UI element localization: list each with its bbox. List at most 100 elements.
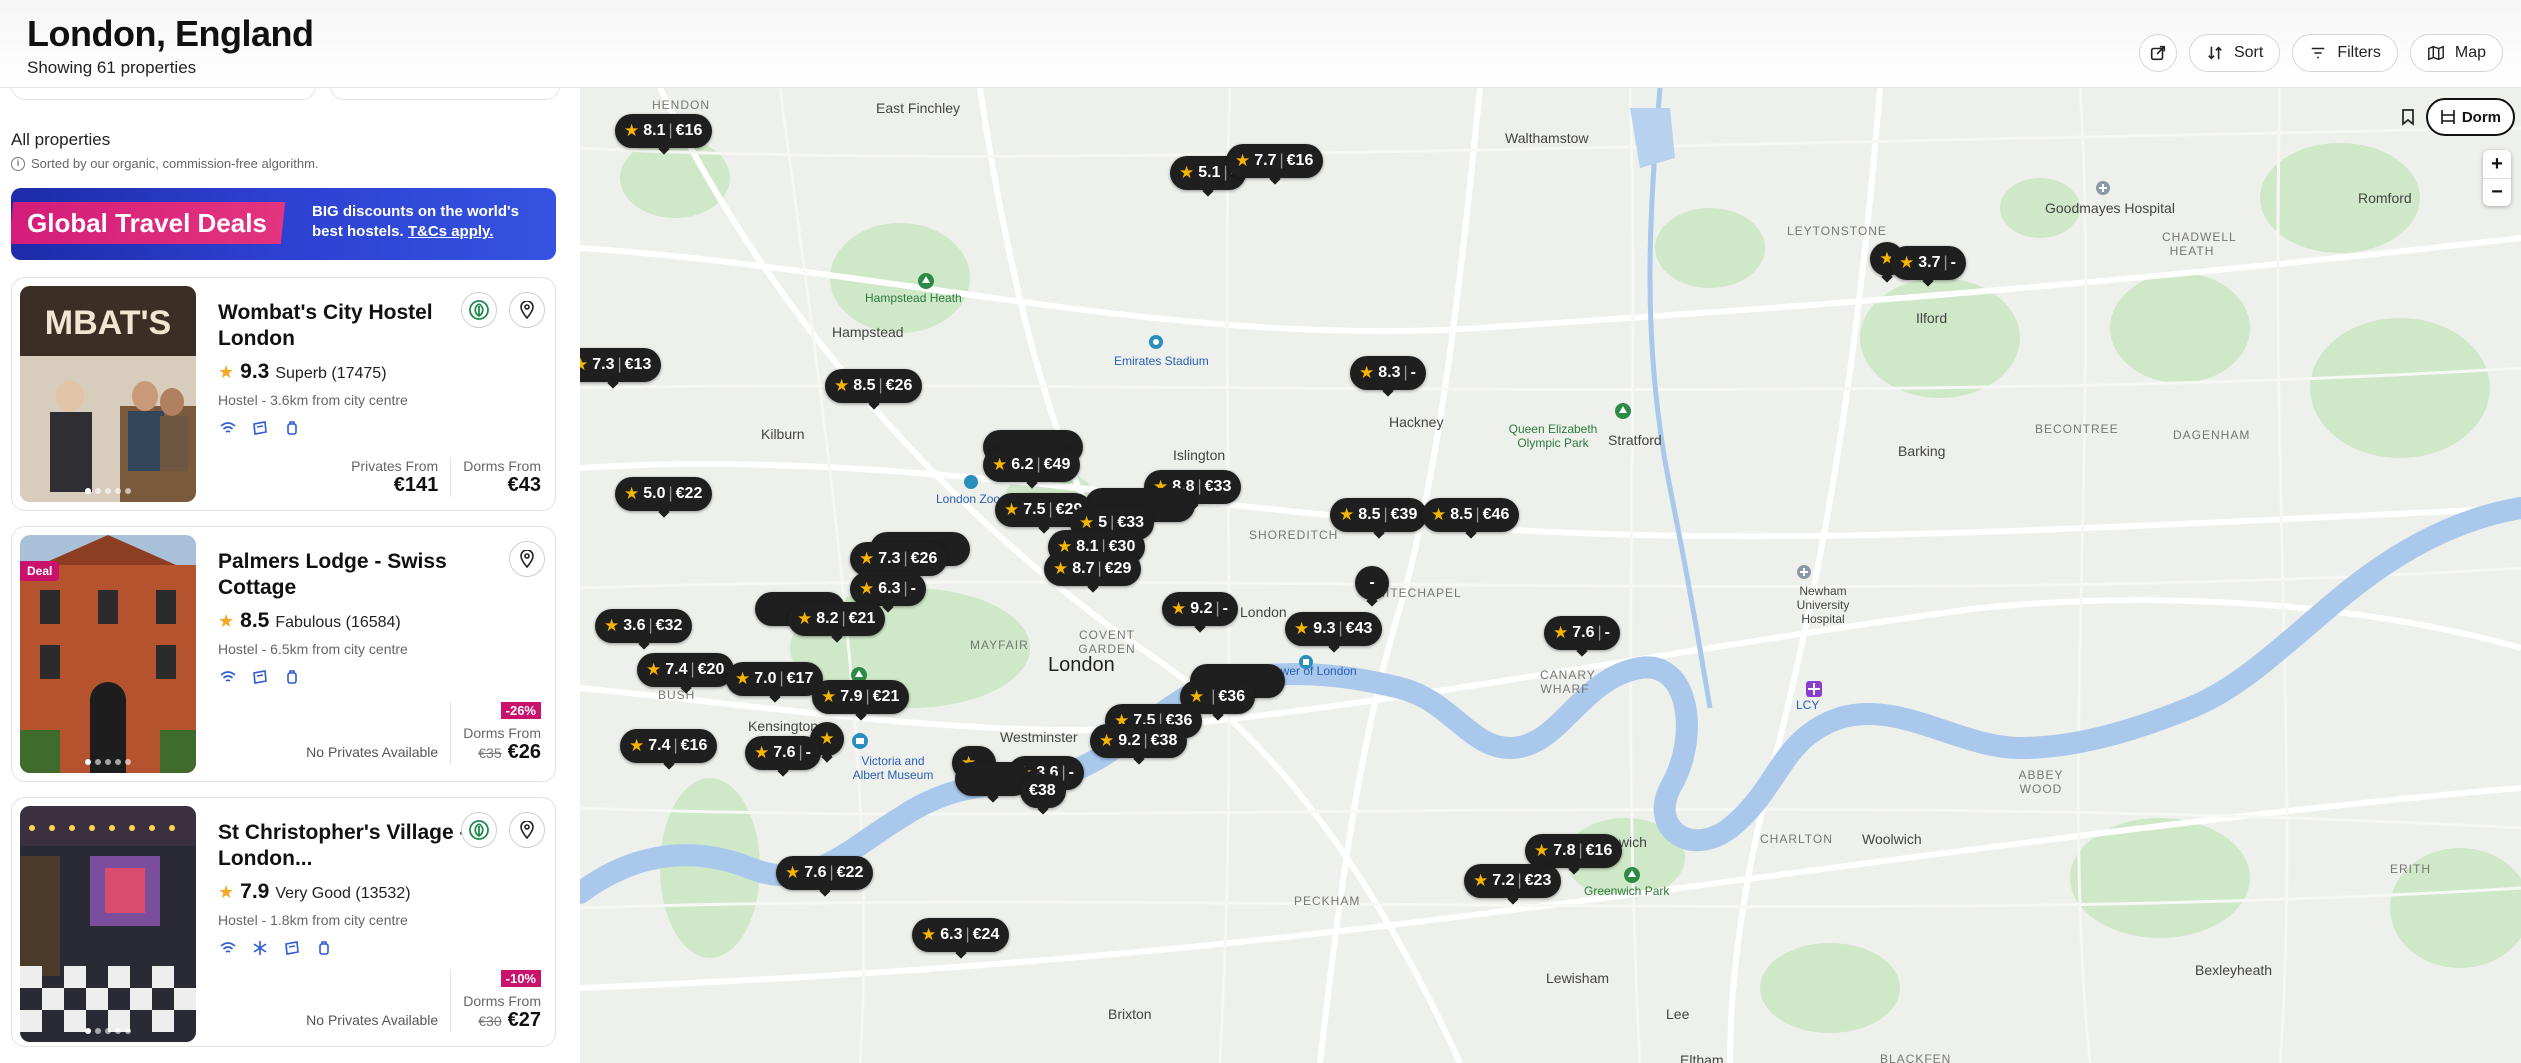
map-view[interactable]: HENDON East Finchley Walthamstow LEYTONS… bbox=[580, 88, 2521, 1063]
dorms-price: -10% Dorms From €30 €27 bbox=[450, 970, 541, 1032]
privates-price: Privates From €141 bbox=[339, 458, 450, 497]
marker-price: €49 bbox=[1043, 456, 1071, 473]
place-label: ERITH bbox=[2390, 862, 2431, 876]
map-marker[interactable]: €38 bbox=[1020, 774, 1066, 808]
marker-price: €22 bbox=[836, 864, 864, 881]
map-marker[interactable]: ★ 7.2 | €23 bbox=[1464, 864, 1562, 898]
linen-icon bbox=[250, 418, 270, 438]
price-block: No Privates Available -10% Dorms From €3… bbox=[294, 970, 541, 1032]
property-card[interactable]: MBAT'S Wombat's City Hostel London ★ 9.3… bbox=[11, 277, 556, 511]
show-on-map-button[interactable] bbox=[509, 812, 545, 848]
deals-banner[interactable]: Global Travel Deals BIG discounts on the… bbox=[11, 188, 556, 260]
poi-label: Victoria and Albert Museum bbox=[852, 754, 934, 782]
map-marker[interactable]: ★ 8.5 | €39 bbox=[1330, 498, 1428, 532]
zoom-in-button[interactable]: + bbox=[2483, 150, 2511, 178]
map-marker-stack[interactable] bbox=[955, 762, 1030, 796]
map-marker[interactable]: ★ 7.7 | €16 bbox=[1226, 144, 1324, 178]
show-on-map-button[interactable] bbox=[509, 541, 545, 577]
date-pill-stub[interactable] bbox=[330, 88, 560, 100]
map-marker[interactable]: ★ 7.6 | - bbox=[745, 736, 821, 770]
property-photo[interactable] bbox=[20, 806, 196, 1042]
place-label: Woolwich bbox=[1862, 831, 1922, 847]
map-marker[interactable]: ★ 3.7 | - bbox=[1890, 246, 1966, 280]
map-button[interactable]: Map bbox=[2409, 34, 2503, 72]
show-on-map-button[interactable] bbox=[509, 292, 545, 328]
zoom-out-button[interactable]: − bbox=[2483, 178, 2511, 206]
map-marker[interactable]: ★ 8.5 | €46 bbox=[1422, 498, 1520, 532]
map-marker[interactable]: ★ 7.3 | €13 bbox=[580, 348, 662, 382]
map-marker[interactable]: ★ 9.2 | - bbox=[1162, 592, 1238, 626]
save-map-button[interactable] bbox=[2397, 106, 2419, 128]
property-photo[interactable]: MBAT'S bbox=[20, 286, 196, 502]
photo-pager[interactable] bbox=[85, 1028, 131, 1034]
rating-text: Superb (17475) bbox=[275, 365, 387, 382]
location-pin-icon bbox=[520, 550, 534, 568]
sort-note: i Sorted by our organic, commission-free… bbox=[11, 156, 319, 171]
map-marker[interactable]: ★ 9.3 | €43 bbox=[1285, 612, 1383, 646]
marker-price: €39 bbox=[1390, 506, 1418, 523]
photo-pager[interactable] bbox=[85, 488, 131, 494]
marker-score: 8.5 bbox=[1358, 506, 1381, 523]
property-name[interactable]: Palmers Lodge - Swiss Cottage bbox=[218, 549, 468, 601]
photo-pager[interactable] bbox=[85, 759, 131, 765]
map-marker[interactable]: ★ 7.8 | €16 bbox=[1525, 834, 1623, 868]
poi-label: LCY bbox=[1796, 698, 1820, 712]
star-icon: ★ bbox=[1534, 841, 1550, 860]
marker-price: €36 bbox=[1218, 688, 1246, 705]
map-marker[interactable]: ★ 6.3 | - bbox=[850, 572, 926, 606]
map-marker[interactable]: ★ 8.1 | €16 bbox=[615, 114, 713, 148]
map-marker[interactable]: ★ 5.0 | €22 bbox=[615, 477, 713, 511]
park-pin-icon bbox=[918, 273, 934, 289]
property-name[interactable]: Wombat's City Hostel London bbox=[218, 300, 468, 352]
map-marker[interactable]: ★ 7.4 | €20 bbox=[637, 653, 735, 687]
dorms-label: Dorms From bbox=[463, 458, 541, 474]
marker-score: 7.3 bbox=[592, 356, 615, 373]
poi-label: London Zoo bbox=[936, 492, 1001, 506]
rating-score: 8.5 bbox=[240, 609, 270, 632]
sustainability-badge[interactable] bbox=[461, 812, 497, 848]
map-marker[interactable]: ★ 8.5 | €26 bbox=[825, 369, 923, 403]
map-marker[interactable]: ★ 7.6 | €22 bbox=[776, 856, 874, 890]
map-marker[interactable]: ★ 8.3 | - bbox=[1350, 356, 1426, 390]
property-card[interactable]: St Christopher's Village - London... ★ 7… bbox=[11, 797, 556, 1047]
filters-button[interactable]: Filters bbox=[2292, 34, 2398, 72]
terms-link[interactable]: T&Cs apply. bbox=[408, 223, 494, 240]
map-marker[interactable]: ★ 6.3 | €24 bbox=[912, 918, 1010, 952]
property-name[interactable]: St Christopher's Village - London... bbox=[218, 820, 468, 872]
map-marker[interactable]: ★ 6.2 | €49 bbox=[983, 448, 1081, 482]
sort-button[interactable]: Sort bbox=[2188, 34, 2281, 72]
marker-score: 9.2 bbox=[1190, 600, 1213, 617]
property-photo[interactable]: Deal bbox=[20, 535, 196, 773]
place-label: Kensington bbox=[748, 718, 819, 734]
place-label: Lewisham bbox=[1546, 970, 1610, 986]
map-marker[interactable]: ★ 7.6 | - bbox=[1544, 616, 1620, 650]
zoom-controls: + − bbox=[2483, 150, 2511, 206]
star-icon: ★ bbox=[1473, 871, 1489, 890]
info-icon[interactable]: i bbox=[11, 156, 25, 171]
map-marker[interactable]: ★ 3.6 | €32 bbox=[595, 609, 693, 643]
sort-icon bbox=[2208, 46, 2222, 60]
map-marker-cluster[interactable]: - bbox=[1355, 566, 1389, 600]
place-label: Walthamstow bbox=[1505, 130, 1589, 146]
dorms-label: Dorms From bbox=[463, 993, 541, 1009]
sustainability-badge[interactable] bbox=[461, 292, 497, 328]
place-label: BLACKFEN bbox=[1880, 1052, 1952, 1063]
marker-score: 6.2 bbox=[1011, 456, 1034, 473]
map-marker[interactable]: ★ 7.0 | €17 bbox=[726, 662, 824, 696]
marker-price: €16 bbox=[680, 737, 708, 754]
map-marker[interactable]: ★ 9.2 | €38 bbox=[1090, 724, 1188, 758]
map-marker[interactable]: ★ 8.7 | €29 bbox=[1044, 552, 1142, 586]
place-label: ABBEY WOOD bbox=[2018, 768, 2064, 796]
page-title: London, England bbox=[27, 13, 314, 54]
map-marker[interactable]: ★ 7.4 | €16 bbox=[620, 729, 718, 763]
map-marker[interactable]: ★ 7.3 | €26 bbox=[850, 542, 948, 576]
property-card[interactable]: Deal Palmers Lodge - Swiss Cottage ★ 8.5… bbox=[11, 526, 556, 782]
map-marker[interactable]: ★ 7.9 | €21 bbox=[812, 680, 910, 714]
share-button[interactable] bbox=[2138, 34, 2177, 72]
search-pill-stub[interactable] bbox=[11, 88, 316, 100]
star-icon: ★ bbox=[859, 579, 875, 598]
property-list[interactable]: All properties i Sorted by our organic, … bbox=[0, 88, 580, 1063]
map-marker[interactable]: ★ 8.2 | €21 bbox=[788, 602, 886, 636]
place-label: Hampstead bbox=[832, 324, 904, 340]
dorm-filter-toggle[interactable]: Dorm bbox=[2425, 98, 2515, 136]
